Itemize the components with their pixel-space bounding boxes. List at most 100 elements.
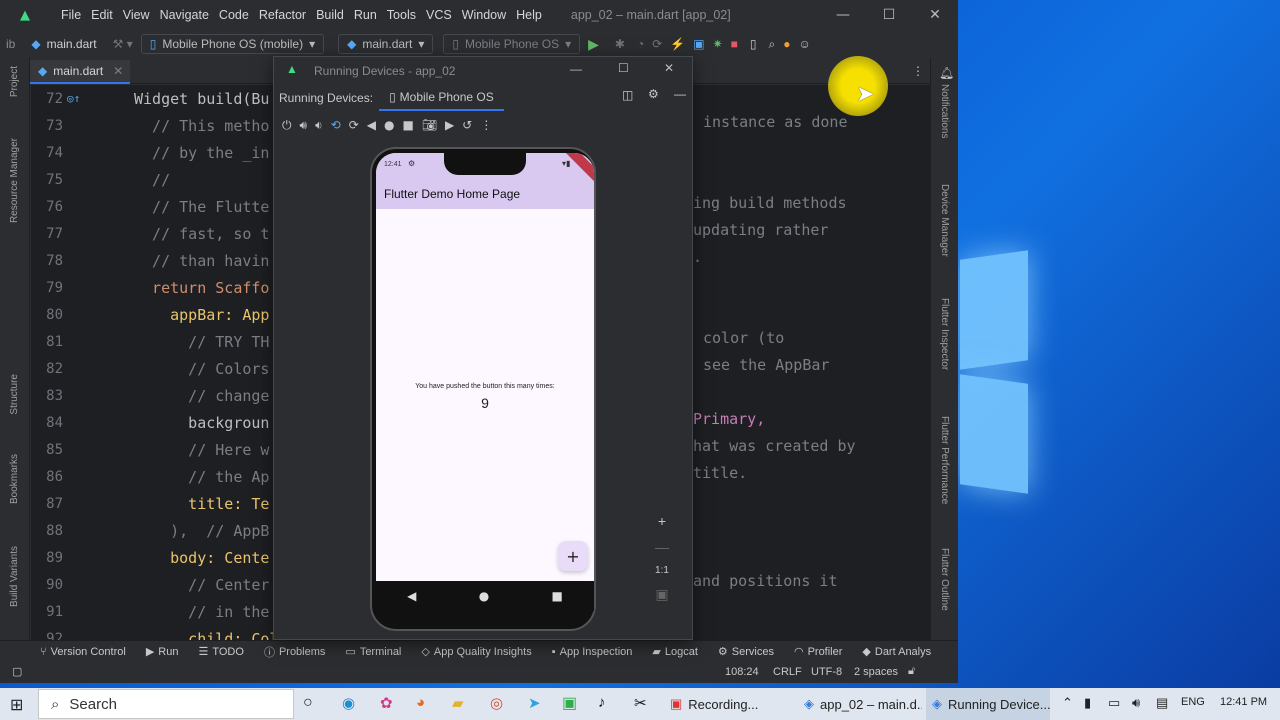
- run-config-selector[interactable]: ◆ main.dart ▾: [338, 34, 434, 54]
- breadcrumb-file[interactable]: ◆ main.dart: [23, 35, 104, 53]
- task-running-devices[interactable]: ◈ Running Device...: [926, 688, 1050, 720]
- video-icon[interactable]: ▶︎: [445, 118, 454, 132]
- caret-position[interactable]: 108:24: [725, 666, 759, 678]
- tool-bookmarks[interactable]: Bookmarks: [9, 454, 20, 504]
- fit-screen-icon[interactable]: ▣: [655, 586, 668, 603]
- volume-icon[interactable]: 🔊︎: [1132, 695, 1140, 711]
- more-icon[interactable]: ⋮: [912, 64, 924, 78]
- device-selector[interactable]: ▯ Mobile Phone OS (mobile) ▾: [140, 34, 325, 54]
- camera-icon[interactable]: 📷︎: [422, 118, 437, 132]
- menu-code[interactable]: Code: [214, 8, 254, 22]
- chrome-icon[interactable]: ◎: [490, 694, 503, 712]
- tray-phone-icon[interactable]: ▮: [1084, 695, 1091, 711]
- account-icon[interactable]: ☺: [794, 35, 814, 53]
- zoom-in-icon[interactable]: +: [658, 513, 666, 529]
- layout-icon[interactable]: ▢: [12, 665, 22, 678]
- file-encoding[interactable]: UTF-8: [811, 666, 842, 678]
- indent-setting[interactable]: 2 spaces: [854, 666, 898, 678]
- menu-vcs[interactable]: VCS: [421, 8, 457, 22]
- tool-project[interactable]: Project: [9, 66, 20, 97]
- task-android-studio[interactable]: ◈ app_02 – main.d...: [798, 688, 922, 720]
- rotate-left-icon[interactable]: ⟲: [331, 118, 341, 132]
- clock[interactable]: 12:41 PM: [1220, 696, 1267, 708]
- tool-dart-analysis[interactable]: ◆ Dart Analys: [852, 645, 941, 659]
- tool-terminal[interactable]: ▭ Terminal: [335, 645, 411, 659]
- edge-icon[interactable]: ◉: [342, 694, 355, 712]
- restore-icon[interactable]: ↺: [462, 118, 472, 132]
- hide-icon[interactable]: —: [674, 87, 686, 101]
- taskbar-search[interactable]: ⌕ Search: [38, 689, 294, 719]
- increment-button[interactable]: +: [558, 541, 588, 571]
- start-icon[interactable]: ⊞: [10, 695, 23, 715]
- back-icon[interactable]: ◀: [367, 118, 376, 132]
- tool-flutter-performance[interactable]: Flutter Performance: [939, 416, 950, 504]
- device-manager-icon[interactable]: ▯: [742, 35, 765, 53]
- zoom-actual[interactable]: 1:1: [655, 565, 669, 576]
- debug-bug-icon[interactable]: ✷: [709, 35, 727, 53]
- overview-icon[interactable]: ■: [402, 118, 413, 132]
- tab-mobile-phone-os[interactable]: ▯ Mobile Phone OS: [379, 85, 504, 111]
- tool-device-manager[interactable]: Device Manager: [939, 184, 950, 257]
- tool-services[interactable]: ⚙ Services: [708, 645, 784, 659]
- network-icon[interactable]: ▤: [1156, 695, 1168, 711]
- maximize-button[interactable]: ☐: [618, 61, 629, 75]
- tool-flutter-outline[interactable]: Flutter Outline: [939, 548, 950, 611]
- profile-icon[interactable]: ◔: [633, 35, 648, 53]
- camtasia-icon[interactable]: ▣: [562, 693, 577, 713]
- hot-reload-icon[interactable]: ⚡: [666, 35, 689, 53]
- menu-tools[interactable]: Tools: [382, 8, 421, 22]
- tool-notifications[interactable]: Notifications: [939, 84, 950, 138]
- tool-version-control[interactable]: ⑂ Version Control: [0, 646, 136, 658]
- phone-screen[interactable]: 12:41 ⚙ ▾▮ Flutter Demo Home Page You ha…: [376, 153, 594, 581]
- maximize-button[interactable]: ☐: [866, 0, 912, 30]
- gear-icon[interactable]: ⚙: [648, 87, 659, 101]
- layout-icon[interactable]: ◫: [622, 88, 633, 102]
- apply-changes-icon[interactable]: ▣: [689, 35, 708, 53]
- explorer-icon[interactable]: ▰: [452, 694, 464, 712]
- tool-problems[interactable]: ⓘ Problems: [254, 644, 335, 660]
- volume-down-icon[interactable]: 🔉︎: [315, 118, 323, 133]
- tool-build-variants[interactable]: Build Variants: [9, 546, 20, 607]
- breadcrumb-prefix[interactable]: ib: [0, 35, 23, 53]
- tool-logcat[interactable]: ▰ Logcat: [642, 645, 708, 659]
- language-indicator[interactable]: ENG: [1181, 696, 1205, 708]
- tab-main-dart[interactable]: ◆ main.dart ✕: [30, 60, 130, 84]
- tiktok-icon[interactable]: ♪: [598, 694, 606, 711]
- tool-flutter-inspector[interactable]: Flutter Inspector: [939, 298, 950, 370]
- tool-resource-manager[interactable]: Resource Manager: [9, 138, 20, 223]
- run-icon[interactable]: ▶: [580, 34, 607, 55]
- close-tab-icon[interactable]: ✕: [113, 64, 123, 78]
- cortana-icon[interactable]: ○: [303, 694, 313, 712]
- tool-app-inspection[interactable]: ▪ App Inspection: [542, 646, 643, 658]
- hammer-icon[interactable]: ⚒ ▾: [105, 35, 141, 53]
- telegram-icon[interactable]: ➤: [528, 694, 541, 712]
- tool-app-quality-insights[interactable]: ◇ App Quality Insights: [411, 645, 541, 659]
- menu-view[interactable]: View: [118, 8, 155, 22]
- menu-refactor[interactable]: Refactor: [254, 8, 311, 22]
- stop-icon[interactable]: ■: [727, 35, 742, 53]
- menu-run[interactable]: Run: [349, 8, 382, 22]
- line-separator[interactable]: CRLF: [773, 666, 802, 678]
- zoom-out-icon[interactable]: —: [655, 539, 669, 555]
- bell-icon[interactable]: 🔔︎: [939, 66, 954, 80]
- menu-window[interactable]: Window: [457, 8, 511, 22]
- debug-icon[interactable]: ✱: [607, 35, 633, 53]
- update-icon[interactable]: ●: [779, 35, 794, 53]
- tool-run[interactable]: ▶ Run: [136, 645, 189, 659]
- menu-edit[interactable]: Edit: [86, 8, 118, 22]
- firefox-icon[interactable]: ◕: [416, 694, 425, 711]
- device-selector-2[interactable]: ▯ Mobile Phone OS ▾: [443, 34, 581, 54]
- task-recording[interactable]: ▣ Recording...: [664, 688, 794, 720]
- menu-build[interactable]: Build: [311, 8, 349, 22]
- nav-home-icon[interactable]: ●: [479, 589, 489, 603]
- home-icon[interactable]: ●: [384, 118, 394, 132]
- tool-profiler[interactable]: ◠ Profiler: [784, 645, 852, 659]
- tool-todo[interactable]: ☰ TODO: [188, 645, 253, 659]
- search-icon[interactable]: ⌕: [764, 35, 779, 54]
- menu-navigate[interactable]: Navigate: [155, 8, 214, 22]
- attach-icon[interactable]: ⟳: [648, 35, 666, 53]
- tray-display-icon[interactable]: ▭: [1108, 695, 1120, 711]
- rotate-right-icon[interactable]: ⟳: [349, 118, 359, 132]
- capcut-icon[interactable]: ✂: [634, 694, 647, 712]
- menu-help[interactable]: Help: [511, 8, 547, 22]
